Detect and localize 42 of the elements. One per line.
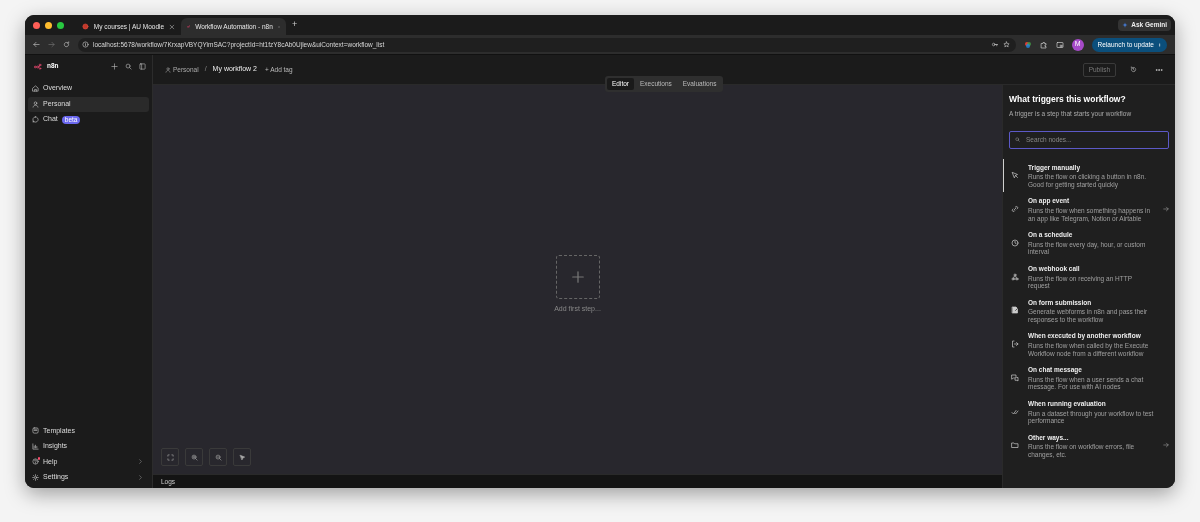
home-icon — [32, 85, 39, 92]
panel-title: What triggers this workflow? — [1008, 93, 1127, 106]
extensions-icon[interactable] — [1039, 40, 1048, 49]
new-tab-button[interactable]: + — [292, 18, 298, 32]
site-info-icon — [82, 41, 89, 48]
history-icon[interactable] — [1130, 66, 1137, 73]
settings-icon — [32, 473, 39, 481]
canvas-control-button[interactable] — [161, 448, 179, 466]
zoom-in-icon — [190, 453, 198, 461]
plus-icon[interactable] — [111, 62, 118, 70]
person-icon — [32, 100, 39, 108]
key-icon[interactable] — [990, 41, 999, 48]
moodle-icon — [82, 23, 89, 30]
canvas-control-button[interactable] — [185, 448, 203, 466]
canvas-control-button[interactable] — [233, 448, 251, 466]
chat-icon — [1011, 373, 1019, 382]
fit-view-icon — [166, 453, 174, 461]
cursor-icon — [1011, 171, 1019, 180]
reload-icon[interactable] — [63, 41, 70, 48]
clock-icon — [1011, 238, 1019, 247]
back-icon[interactable] — [33, 41, 40, 48]
form-icon — [1011, 306, 1019, 315]
more-vertical-icon — [1158, 40, 1161, 49]
add-step-button[interactable] — [555, 254, 600, 299]
webhook-icon — [1011, 272, 1019, 281]
plus-icon — [570, 269, 585, 284]
template-icon — [32, 427, 39, 435]
search-icon — [1015, 137, 1020, 142]
zoom-out-icon — [214, 453, 222, 461]
sparkle-icon — [1122, 22, 1129, 28]
folder-icon — [1011, 441, 1019, 450]
check-icon — [1011, 407, 1019, 416]
canvas-control-button[interactable] — [209, 448, 227, 466]
search-icon[interactable] — [125, 62, 132, 70]
sidebar-toggle-icon[interactable] — [139, 62, 146, 70]
color-wheel-icon[interactable] — [1023, 40, 1032, 49]
bar-chart-icon — [32, 442, 39, 450]
tab-search-icon[interactable] — [1055, 40, 1064, 49]
pointer-icon — [238, 453, 246, 461]
sign-in-icon — [1011, 340, 1019, 349]
person-icon — [165, 66, 171, 73]
link-icon — [1011, 205, 1019, 214]
